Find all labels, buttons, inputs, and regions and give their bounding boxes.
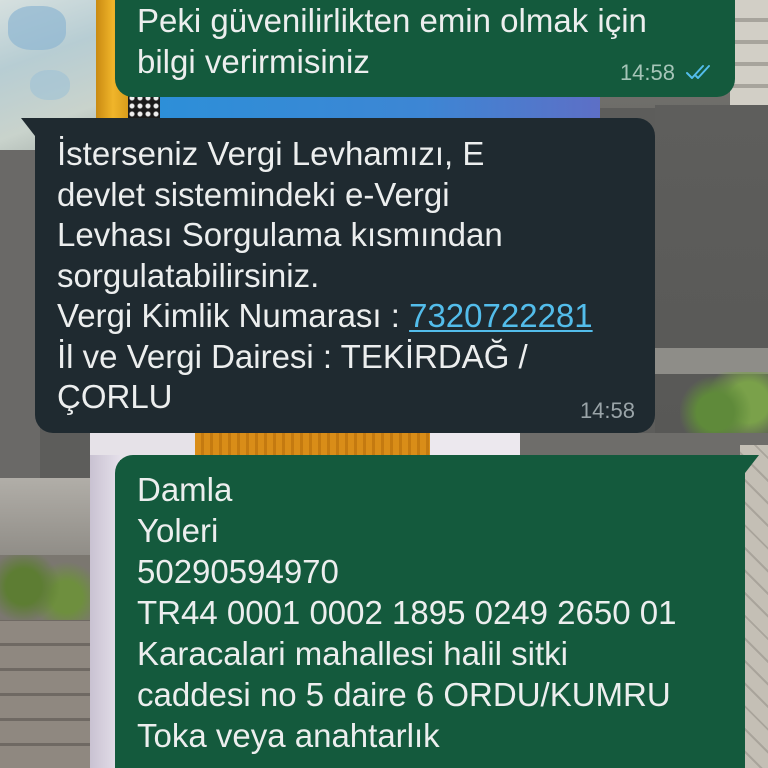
message-bubble-outgoing[interactable]: Peki güvenilirlikten emin olmak için bil… bbox=[115, 0, 735, 97]
message-text-line: Peki güvenilirlikten emin olmak için bbox=[137, 2, 647, 39]
message-time: 14:58 bbox=[619, 60, 675, 85]
background-stairs bbox=[730, 0, 768, 110]
message-text-line: Yoleri bbox=[137, 512, 219, 549]
background-curb-left bbox=[0, 478, 95, 558]
background-asphalt-left bbox=[0, 150, 40, 480]
background-polka-fabric bbox=[128, 94, 164, 120]
message-bubble-incoming[interactable]: İsterseniz Vergi Levhamızı, E devlet sis… bbox=[21, 118, 655, 433]
message-text-line: Karacalari mahallesi halil sitki bbox=[137, 635, 568, 672]
background-weeds bbox=[0, 555, 95, 625]
message-text-line: TR44 0001 0002 1895 0249 2650 01 bbox=[137, 594, 677, 631]
tax-id-link[interactable]: 7320722281 bbox=[409, 297, 593, 334]
message-text-line: devlet sistemindeki e-Vergi bbox=[57, 175, 450, 213]
double-check-icon bbox=[686, 65, 710, 79]
background-curb-right bbox=[655, 348, 768, 374]
message-time: 14:58 bbox=[579, 398, 635, 423]
message-text-line: İl ve Vergi Dairesi : TEKİRDAĞ / bbox=[57, 337, 528, 375]
message-text-line: sorgulatabilirsiniz. bbox=[57, 256, 320, 294]
message-text-line: Damla bbox=[137, 471, 233, 508]
message-text-line: İsterseniz Vergi Levhamızı, E bbox=[57, 135, 485, 172]
message-text-line: 50290594970 bbox=[137, 553, 339, 590]
background-brick-pavement bbox=[0, 620, 100, 768]
message-text-line: ÇORLU bbox=[57, 378, 173, 415]
background-paint-patch bbox=[30, 70, 70, 100]
background-paint-patch bbox=[8, 6, 66, 50]
tax-id-label: Vergi Kimlik Numarası : bbox=[57, 297, 410, 334]
message-text-line: Levhası Sorgulama kısmından bbox=[57, 216, 503, 253]
message-text-line: Toka veya anahtarlık bbox=[137, 717, 440, 754]
message-bubble-outgoing[interactable]: Damla Yoleri 50290594970 TR44 0001 0002 … bbox=[115, 455, 759, 768]
message-text-line: Vergi Kimlik Numarası : 7320722281 bbox=[57, 296, 633, 337]
message-text-line: caddesi no 5 daire 6 ORDU/KUMRU bbox=[137, 676, 671, 713]
chat-screen: Peki güvenilirlikten emin olmak için bil… bbox=[0, 0, 768, 768]
